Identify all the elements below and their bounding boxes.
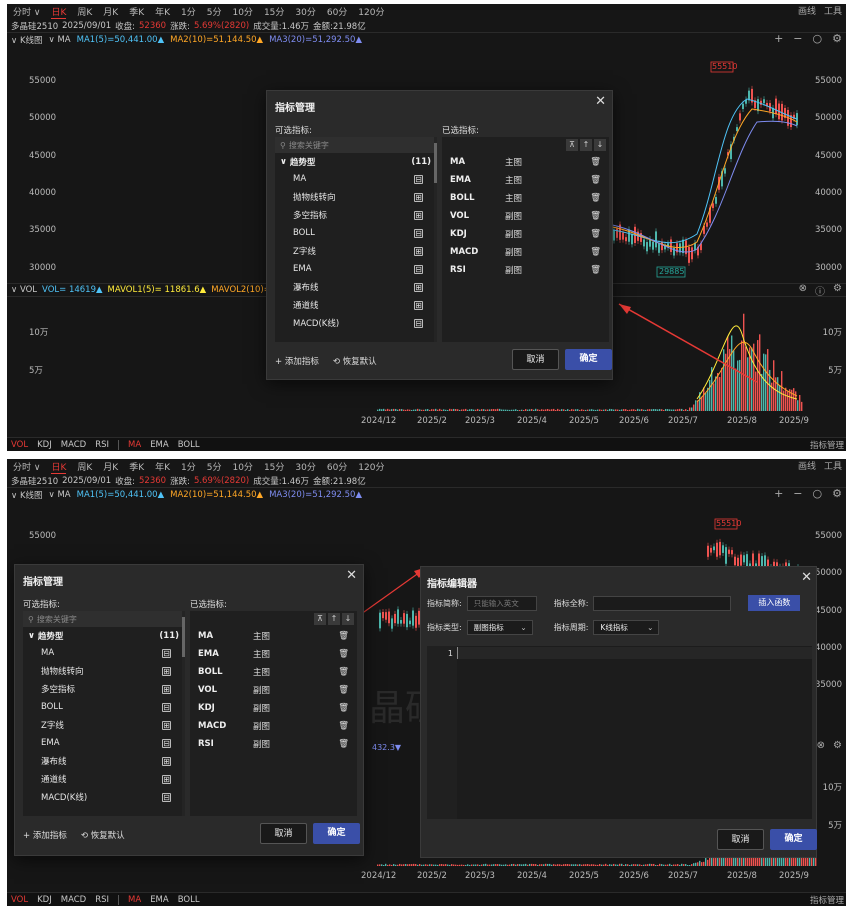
list-item[interactable]: MA ⊟ — [23, 644, 183, 662]
selected-label: 已选指标: — [442, 126, 479, 136]
tab-boll[interactable]: BOLL — [178, 440, 200, 450]
available-label: 可选指标: — [275, 126, 312, 136]
insert-function-button[interactable]: 插入函数 — [748, 595, 801, 611]
scrollbar[interactable] — [182, 611, 185, 816]
period-select[interactable]: K线指标 ⌄ — [593, 620, 660, 635]
selected-list: ⊼ ↑ ↓ MA 主图 🗑 EMA 主图 🗑 BOLL 主图 🗑 VOL 副图 🗑 KDJ 副图 🗑 M… — [442, 137, 609, 342]
tab-macd[interactable]: MACD — [61, 440, 86, 450]
high-label: 55510 — [712, 62, 738, 71]
scrollbar[interactable] — [434, 137, 437, 342]
move-up-icon[interactable]: ↑ — [580, 139, 592, 151]
indicator-tabs: VOL KDJ MACD RSI MA EMA BOLL 指标管理 — [7, 437, 846, 451]
low-label: 29885 — [659, 267, 685, 276]
trash-icon[interactable]: 🗑 — [590, 175, 601, 185]
list-item[interactable]: 多空指标 ⊞ — [23, 680, 183, 698]
vol2-tail: 432.3▼ — [372, 743, 402, 752]
selected-row[interactable]: KDJ 副图 🗑 — [442, 225, 609, 243]
list-item[interactable]: BOLL ⊟ — [275, 224, 435, 242]
screenshot-top: 分时 ∨ 日K 周K 月K 季K 年K 1分 5分 10分 15分 30分 60… — [7, 4, 846, 451]
search-icon: ⚲ — [280, 140, 286, 150]
move-down-icon[interactable]: ↓ — [594, 139, 606, 151]
close-icon[interactable]: ✕ — [346, 568, 357, 583]
list-item[interactable]: Z字线 ⊞ — [23, 716, 183, 734]
search-icon: ⚲ — [28, 614, 34, 624]
editor-cancel-button[interactable]: 取消 — [717, 829, 764, 850]
list-item[interactable]: 多空指标 ⊞ — [275, 206, 435, 224]
trash-icon[interactable]: 🗑 — [590, 193, 601, 203]
tab-ema[interactable]: EMA — [150, 440, 169, 450]
list-item[interactable]: 瀑布线 ⊞ — [275, 278, 435, 296]
time-axis: 2024/12 2025/2 2025/3 2025/4 2025/5 2025/6 202… — [361, 416, 809, 426]
list-item[interactable]: 瀑布线 ⊞ — [23, 752, 183, 770]
tab-kdj[interactable]: KDJ — [37, 440, 52, 450]
vol-toggle[interactable]: ∨ VOL — [11, 285, 37, 295]
selected-row[interactable]: MA 主图 🗑 — [442, 153, 609, 171]
list-item[interactable]: Z字线 ⊞ — [275, 242, 435, 260]
selected-row[interactable]: EMA 主图 🗑 — [442, 171, 609, 189]
close-icon[interactable]: ✕ — [595, 94, 606, 109]
list-item[interactable]: EMA ⊟ — [23, 734, 183, 752]
list-item[interactable]: MACD(K线) ⊟ — [23, 788, 183, 806]
screenshot-bottom: 分时 ∨ 日K 周K 月K 季K 年K 1分 5分 10分 15分 30分 60… — [7, 459, 846, 906]
trash-icon[interactable]: 🗑 — [590, 247, 601, 257]
indicator-tabs: VOL KDJ MACD RSI MA EMA BOLL 指标管理 — [7, 892, 846, 906]
ma3-line — [606, 120, 798, 253]
type-select[interactable]: 副图指标 ⌄ — [466, 620, 533, 635]
full-name-input[interactable] — [593, 595, 732, 611]
selected-row[interactable]: MACD 副图 🗑 — [442, 243, 609, 261]
list-item[interactable]: BOLL ⊟ — [23, 698, 183, 716]
dialog-title: 指标管理 — [275, 103, 315, 114]
code-editor[interactable]: 1 — [427, 646, 812, 819]
trash-icon[interactable]: 🗑 — [590, 211, 601, 221]
list-item[interactable]: 通道线 ⊞ — [23, 770, 183, 788]
available-list: ⚲ 搜索关键字 ∨ 趋势型 (11) MA ⊟ 抛物线转向 ⊞ 多空指标 ⊞ BOLL ⊟ … — [23, 611, 183, 816]
annotation-arrow — [618, 303, 758, 383]
pane-settings-icon[interactable]: ⚙ — [833, 740, 842, 751]
close-icon[interactable]: ✕ — [801, 570, 812, 585]
list-item[interactable]: EMA ⊟ — [275, 260, 435, 278]
list-item[interactable]: MACD(K线) ⊟ — [275, 314, 435, 332]
restore-default-button[interactable]: ⟲ 恢复默认 — [333, 355, 377, 367]
close-pane-icon[interactable]: ⊗ — [799, 283, 807, 298]
move-top-icon[interactable]: ⊼ — [566, 139, 578, 151]
ok-button[interactable]: 确定 — [313, 823, 360, 844]
selected-row[interactable]: RSI 副图 🗑 — [442, 261, 609, 279]
selected-row[interactable]: BOLL 主图 🗑 — [442, 189, 609, 207]
editor-ok-button[interactable]: 确定 — [770, 829, 817, 850]
trash-icon[interactable]: 🗑 — [590, 229, 601, 239]
available-list: ⚲ 搜索关键字 ∨ 趋势型 (11) MA ⊟ 抛物线转向 ⊞ 多空指标 ⊞ BOLL ⊟ … — [275, 137, 435, 342]
tab-rsi[interactable]: RSI — [95, 440, 109, 450]
ma2-line — [606, 108, 798, 248]
add-indicator-button[interactable]: + 添加指标 — [275, 355, 319, 367]
list-item[interactable]: 抛物线转向 ⊞ — [23, 662, 183, 680]
list-item[interactable]: MA ⊟ — [275, 170, 435, 188]
group-trend[interactable]: ∨ 趋势型 (11) — [275, 153, 435, 170]
editor-title: 指标编辑器 — [427, 579, 477, 590]
time-axis: 2024/12 2025/2 2025/3 2025/4 2025/5 2025/6 202… — [361, 871, 809, 881]
indicator-manager-dialog: 指标管理 ✕ 可选指标: 已选指标: ⚲ 搜索关键字 ∨ 趋势型 (11) MA ⊟ … — [14, 564, 364, 856]
close-pane-icon[interactable]: ⊗ — [817, 740, 825, 751]
cancel-button[interactable]: 取消 — [512, 349, 559, 370]
list-item[interactable]: 通道线 ⊞ — [275, 296, 435, 314]
indicator-manager-dialog: 指标管理 ✕ 可选指标: 已选指标: ⚲ 搜索关键字 ∨ 趋势型 (11) MA ⊟ … — [266, 90, 613, 380]
tab-vol[interactable]: VOL — [11, 440, 28, 450]
tab-ma[interactable]: MA — [128, 440, 141, 450]
trash-icon[interactable]: 🗑 — [590, 265, 601, 275]
ok-button[interactable]: 确定 — [565, 349, 612, 370]
vol-value: VOL= 14619▲ — [42, 285, 103, 295]
selected-row[interactable]: VOL 副图 🗑 — [442, 207, 609, 225]
info-icon[interactable]: ⓘ — [815, 283, 825, 298]
selected-list: ⊼ ↑ ↓ MA 主图 🗑 EMA 主图 🗑 BOLL 主图 🗑 VOL 副图 🗑 KDJ 副图 🗑 M… — [190, 611, 357, 816]
indicator-manager-link[interactable]: 指标管理 — [810, 439, 844, 451]
search-input[interactable]: ⚲ 搜索关键字 — [275, 137, 435, 153]
cancel-button[interactable]: 取消 — [260, 823, 307, 844]
list-item[interactable]: 抛物线转向 ⊞ — [275, 188, 435, 206]
mavol1-value: MAVOL1(5)= 11861.6▲ — [107, 285, 207, 295]
pane-settings-icon[interactable]: ⚙ — [833, 283, 842, 298]
short-name-input[interactable]: 只能输入英文 — [466, 595, 537, 611]
ma1-line — [606, 98, 798, 244]
trash-icon[interactable]: 🗑 — [590, 157, 601, 167]
indicator-editor-dialog: 指标编辑器 ✕ 指标简称: 只能输入英文 指标全称: 插入函数 指标类型: 副图… — [420, 566, 817, 858]
search-input[interactable]: ⚲ 搜索关键字 — [23, 611, 183, 627]
